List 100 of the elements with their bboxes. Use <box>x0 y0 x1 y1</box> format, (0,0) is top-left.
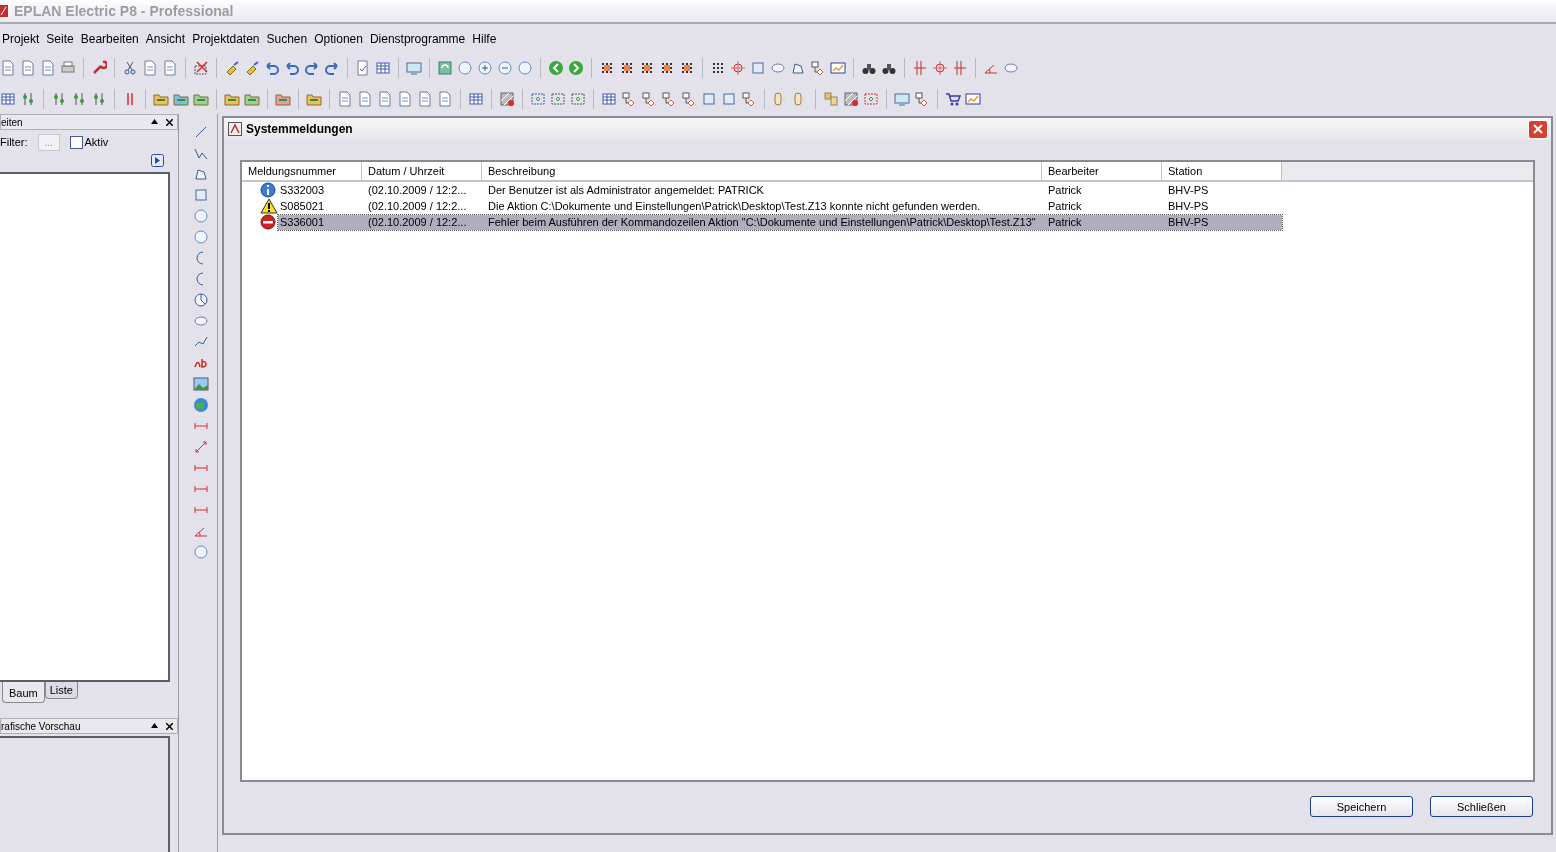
line-cross-icon[interactable] <box>912 59 928 76</box>
menu-item[interactable]: Bearbeiten <box>78 32 144 46</box>
hatch-icon[interactable] <box>843 90 859 107</box>
flowchart-icon[interactable] <box>741 90 757 107</box>
menu-item[interactable]: Suchen <box>264 32 313 46</box>
square-icon[interactable] <box>193 187 209 203</box>
document-icon[interactable] <box>357 90 373 107</box>
table-icon[interactable] <box>375 59 391 76</box>
panel-tab[interactable]: Liste <box>44 682 78 699</box>
document-icon[interactable] <box>162 59 178 76</box>
column-header[interactable]: Bearbeiter <box>1042 162 1162 180</box>
close-icon[interactable] <box>166 118 173 126</box>
document-icon[interactable] <box>0 59 16 76</box>
redo-arrow-icon[interactable] <box>304 59 320 76</box>
line-cross-icon[interactable] <box>952 59 968 76</box>
cart-icon[interactable] <box>945 90 961 107</box>
document-icon[interactable] <box>377 90 393 107</box>
wrench-icon[interactable] <box>91 59 107 76</box>
slider-levels-icon[interactable] <box>71 90 87 107</box>
message-row[interactable]: S085021 (02.10.2009 / 12:2... Die Aktion C:\Dokumente und Einstellungen\Patrick\Desktop\Test.Z13 konnte nicht gefunden werden. Patrick BHV-PS <box>278 198 1282 214</box>
dashed-frame-icon[interactable] <box>550 90 566 107</box>
square-icon[interactable] <box>721 90 737 107</box>
collapse-icon[interactable] <box>151 722 158 728</box>
undo-arrow-icon[interactable] <box>264 59 280 76</box>
column-header[interactable]: Datum / Uhrzeit <box>362 162 482 180</box>
delete-icon[interactable] <box>193 59 209 76</box>
monitor-icon[interactable] <box>894 90 910 107</box>
menu-item[interactable]: Ansicht <box>143 32 191 46</box>
slider-levels-icon[interactable] <box>51 90 67 107</box>
column-header[interactable]: Meldungsnummer <box>242 162 362 180</box>
globe-icon[interactable] <box>193 397 209 413</box>
close-button[interactable] <box>1528 119 1548 139</box>
square-icon[interactable] <box>750 59 766 76</box>
collapse-icon[interactable] <box>151 118 158 124</box>
panel-tab[interactable]: Baum <box>2 682 45 703</box>
table-icon[interactable] <box>468 90 484 107</box>
polygon-icon[interactable] <box>193 166 209 182</box>
refresh-icon[interactable] <box>437 59 453 76</box>
image-icon[interactable] <box>193 376 209 392</box>
document-icon[interactable] <box>20 59 36 76</box>
close-icon[interactable] <box>166 722 173 730</box>
crosshair-icon[interactable] <box>730 59 746 76</box>
pie-icon[interactable] <box>193 292 209 308</box>
printer-icon[interactable] <box>60 59 76 76</box>
flowchart-icon[interactable] <box>914 90 930 107</box>
capsule-icon[interactable] <box>772 90 788 107</box>
column-header[interactable]: Beschreibung <box>482 162 1042 180</box>
tiles-icon[interactable] <box>823 90 839 107</box>
aktiv-checkbox[interactable] <box>69 135 83 149</box>
document-icon[interactable] <box>417 90 433 107</box>
diagonal-dimension-icon[interactable] <box>193 439 209 455</box>
flowchart-icon[interactable] <box>641 90 657 107</box>
crosshair-icon[interactable] <box>932 59 948 76</box>
flowchart-icon[interactable] <box>621 90 637 107</box>
ellipse-icon[interactable] <box>193 313 209 329</box>
circle-icon[interactable] <box>517 59 533 76</box>
chart-icon[interactable] <box>830 59 846 76</box>
slider-levels-icon[interactable] <box>20 90 36 107</box>
table-icon[interactable] <box>601 90 617 107</box>
flowchart-icon[interactable] <box>661 90 677 107</box>
flowchart-icon[interactable] <box>810 59 826 76</box>
checklist-icon[interactable] <box>355 59 371 76</box>
monitor-icon[interactable] <box>406 59 422 76</box>
brush-icon[interactable] <box>244 59 260 76</box>
capsule-icon[interactable] <box>792 90 808 107</box>
menu-item[interactable]: Projektdaten <box>190 32 265 46</box>
flowchart-icon[interactable] <box>681 90 697 107</box>
hatch-icon[interactable] <box>499 90 515 107</box>
redo-arrow-icon[interactable] <box>324 59 340 76</box>
square-icon[interactable] <box>701 90 717 107</box>
dashed-frame-icon[interactable] <box>863 90 879 107</box>
table-icon[interactable] <box>0 90 16 107</box>
line-icon[interactable] <box>193 124 209 140</box>
message-row[interactable]: S332003 (02.10.2009 / 12:2... Der Benutzer ist als Administrator angemeldet: PATRICK Patrick BHV-PS <box>278 182 1282 198</box>
chart-icon[interactable] <box>965 90 981 107</box>
menu-item[interactable]: Dienstprogramme <box>367 32 471 46</box>
document-icon[interactable] <box>40 59 56 76</box>
menu-item[interactable]: Seite <box>44 32 79 46</box>
document-icon[interactable] <box>397 90 413 107</box>
menu-item[interactable]: Optionen <box>312 32 368 46</box>
document-icon[interactable] <box>337 90 353 107</box>
circle-icon[interactable] <box>457 59 473 76</box>
cut-icon[interactable] <box>122 59 138 76</box>
menu-item[interactable]: Hilfe <box>470 32 502 46</box>
circle-icon[interactable] <box>193 544 209 560</box>
dialog-button[interactable]: Schließen <box>1430 796 1533 817</box>
undo-arrow-icon[interactable] <box>284 59 300 76</box>
message-row[interactable]: S336001 (02.10.2009 / 12:2... Fehler beim Ausführen der Kommandozeilen Aktion "C:\Dokumente und Einstellungen\Patrick\Desktop\Test.Z13" Patrick BHV-PS <box>278 214 1282 230</box>
circle-icon[interactable] <box>193 229 209 245</box>
document-icon[interactable] <box>437 90 453 107</box>
dialog-button[interactable]: Speichern <box>1310 796 1413 817</box>
zoom-in-icon[interactable] <box>477 59 493 76</box>
document-icon[interactable] <box>142 59 158 76</box>
dashed-frame-icon[interactable] <box>570 90 586 107</box>
dashed-frame-icon[interactable] <box>530 90 546 107</box>
slider-levels-icon[interactable] <box>91 90 107 107</box>
zoom-out-icon[interactable] <box>497 59 513 76</box>
play-icon[interactable] <box>151 154 164 167</box>
circle-icon[interactable] <box>193 208 209 224</box>
menu-item[interactable]: Projekt <box>0 32 45 46</box>
